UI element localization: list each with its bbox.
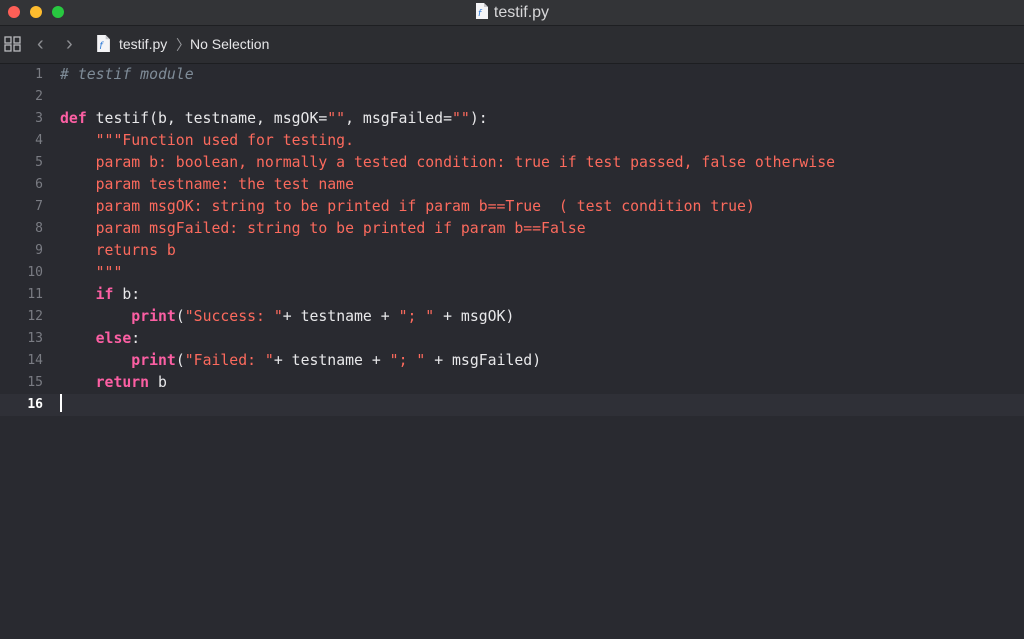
code-token-kw: return bbox=[95, 374, 150, 391]
python-file-icon: f bbox=[475, 3, 488, 24]
code-token-plain: + msgFailed) bbox=[425, 352, 542, 369]
code-token-kw: print bbox=[131, 352, 176, 369]
code-token-str: param b: boolean, normally a tested cond… bbox=[60, 154, 836, 171]
source-editor[interactable]: 1 2 3 4 5 6 7 8 9 10 11 12 13 14 15 16 # testif module d… bbox=[0, 64, 1024, 639]
code-token-comment: # testif module bbox=[60, 66, 194, 83]
forward-chevron-icon[interactable]: › bbox=[66, 34, 73, 54]
code-token-kw: if bbox=[95, 286, 114, 303]
code-token-plain: testif(b, testname, msgOK= bbox=[86, 110, 328, 127]
code-token-plain: ): bbox=[469, 110, 488, 127]
line-number: 9 bbox=[35, 243, 43, 258]
code-line[interactable] bbox=[60, 394, 835, 416]
code-token-str: "; " bbox=[389, 352, 426, 369]
code-token-str: returns b bbox=[60, 242, 176, 259]
text-cursor bbox=[60, 394, 62, 412]
code-line[interactable]: def testif(b, testname, msgOK="", msgFai… bbox=[60, 108, 835, 130]
back-chevron-icon[interactable]: ‹ bbox=[37, 34, 44, 54]
python-file-icon: f bbox=[96, 35, 110, 57]
code-line[interactable]: """Function used for testing. bbox=[60, 130, 835, 152]
code-token-str: "Success: " bbox=[184, 308, 283, 325]
code-line[interactable]: param msgFailed: string to be printed if… bbox=[60, 218, 835, 240]
code-token-str: "Failed: " bbox=[184, 352, 274, 369]
code-token-plain: + testname + bbox=[273, 352, 390, 369]
code-line[interactable]: if b: bbox=[60, 284, 835, 306]
line-number: 12 bbox=[27, 309, 43, 324]
code-line[interactable]: print("Success: "+ testname + "; " + msg… bbox=[60, 306, 835, 328]
code-line[interactable]: """ bbox=[60, 262, 835, 284]
breadcrumb-selection[interactable]: No Selection bbox=[190, 36, 269, 52]
line-number: 4 bbox=[35, 133, 43, 148]
code-line[interactable]: param testname: the test name bbox=[60, 174, 835, 196]
code-area[interactable]: # testif module def testif(b, testname, m… bbox=[60, 64, 835, 416]
code-line[interactable]: else: bbox=[60, 328, 835, 350]
line-number: 7 bbox=[35, 199, 43, 214]
code-token-plain: + testname + bbox=[282, 308, 399, 325]
code-token-str: param msgFailed: string to be printed if… bbox=[60, 220, 586, 237]
code-token-str: "; " bbox=[398, 308, 435, 325]
breadcrumb-file[interactable]: testif.py bbox=[119, 36, 167, 52]
line-number-gutter: 1 2 3 4 5 6 7 8 9 10 11 12 13 14 15 16 bbox=[0, 64, 50, 416]
line-number: 13 bbox=[27, 331, 43, 346]
code-token-kw: def bbox=[60, 110, 87, 127]
line-number: 11 bbox=[27, 287, 43, 302]
code-token-plain: b: bbox=[113, 286, 141, 303]
line-number: 8 bbox=[35, 221, 43, 236]
code-line[interactable]: param msgOK: string to be printed if par… bbox=[60, 196, 835, 218]
code-token-kw: else bbox=[95, 330, 132, 347]
code-token-plain: ( bbox=[175, 308, 185, 325]
line-number: 15 bbox=[27, 375, 43, 390]
code-token-plain: : bbox=[131, 330, 141, 347]
code-line[interactable]: param b: boolean, normally a tested cond… bbox=[60, 152, 835, 174]
code-line[interactable] bbox=[60, 86, 835, 108]
code-line[interactable]: # testif module bbox=[60, 64, 835, 86]
line-number: 1 bbox=[35, 67, 43, 82]
window-title: f testif.py bbox=[0, 3, 1024, 24]
line-number: 10 bbox=[27, 265, 43, 280]
line-number: 5 bbox=[35, 155, 43, 170]
code-token-kw: print bbox=[131, 308, 176, 325]
code-token-str: param msgOK: string to be printed if par… bbox=[60, 198, 755, 215]
related-items-grid-icon[interactable] bbox=[4, 36, 22, 57]
code-token-str: "" bbox=[452, 110, 470, 127]
jump-bar: ‹ › f testif.py 〉 No Selection bbox=[0, 26, 1024, 64]
line-number: 6 bbox=[35, 177, 43, 192]
breadcrumb-separator-icon: 〉 bbox=[176, 37, 190, 53]
code-line[interactable]: return b bbox=[60, 372, 835, 394]
line-number: 16 bbox=[27, 397, 43, 412]
code-token-plain: , msgFailed= bbox=[345, 110, 452, 127]
code-token-str: """Function used for testing. bbox=[60, 132, 354, 149]
code-token-plain: b bbox=[149, 374, 167, 391]
code-token-plain: + msgOK) bbox=[434, 308, 515, 325]
window-title-text: testif.py bbox=[493, 4, 550, 21]
line-number: 2 bbox=[35, 89, 43, 104]
code-token-str: param testname: the test name bbox=[60, 176, 354, 193]
title-bar: f testif.py bbox=[0, 0, 1024, 26]
line-number: 14 bbox=[27, 353, 43, 368]
code-token-plain: ( bbox=[175, 352, 185, 369]
code-line[interactable]: returns b bbox=[60, 240, 835, 262]
line-number: 3 bbox=[35, 111, 43, 126]
code-token-str: """ bbox=[60, 264, 123, 281]
code-line[interactable]: print("Failed: "+ testname + "; " + msgF… bbox=[60, 350, 835, 372]
code-token-str: "" bbox=[327, 110, 346, 127]
